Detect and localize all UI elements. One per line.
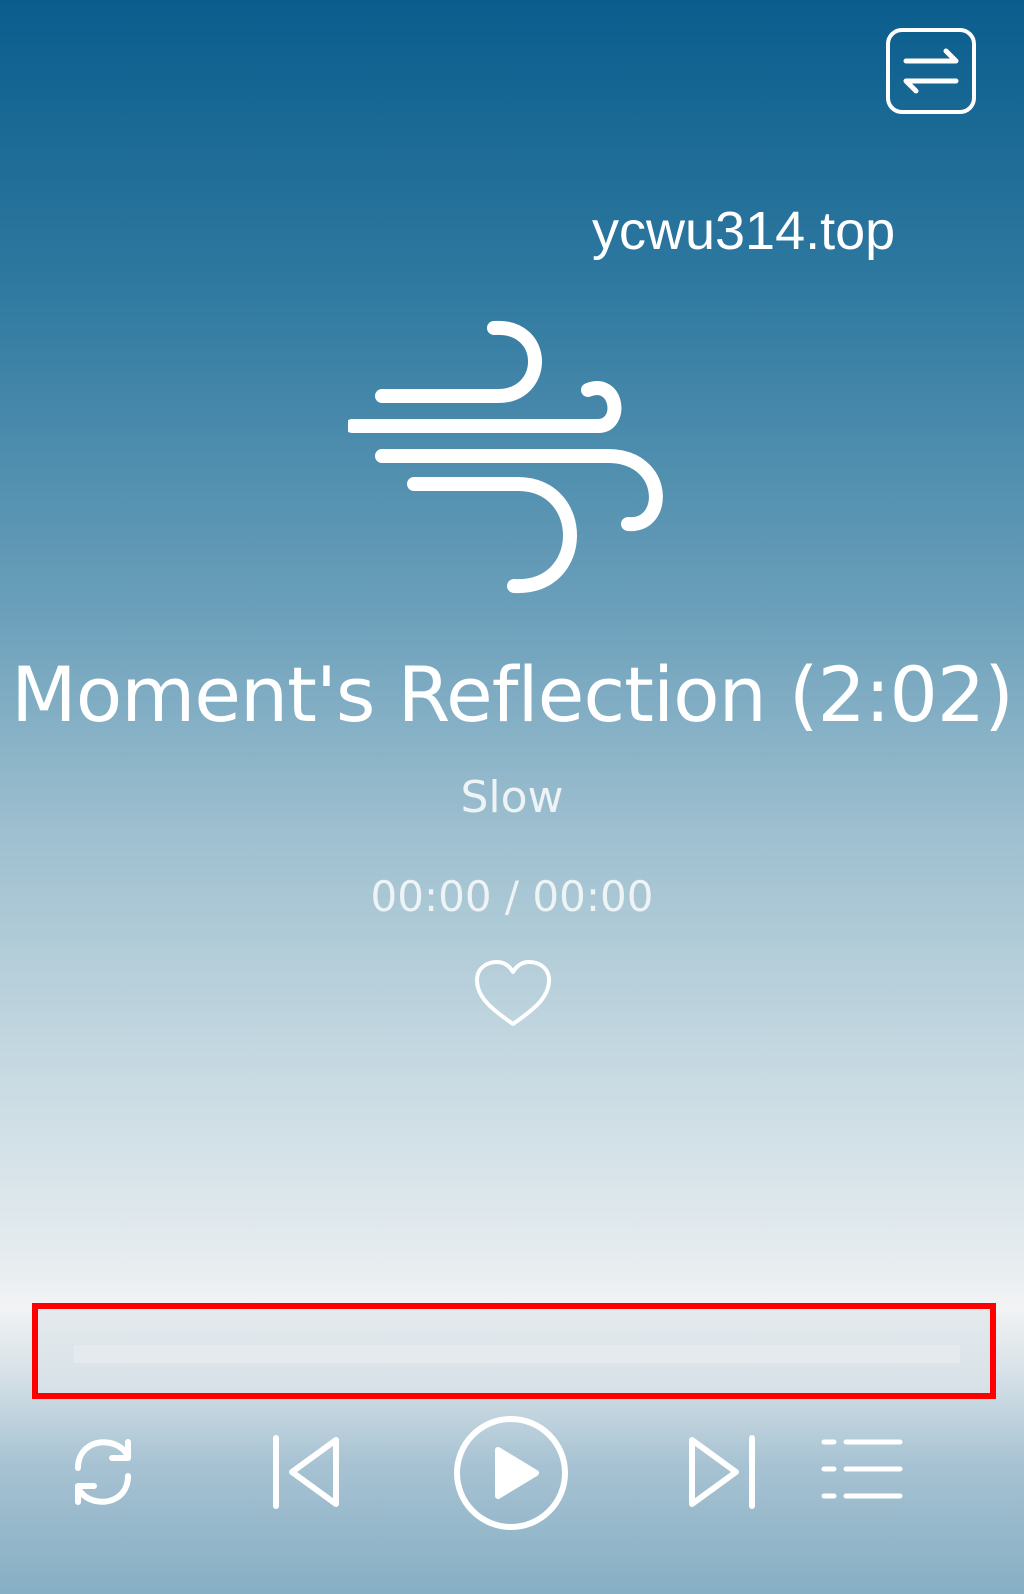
- site-label: ycwu314.top: [592, 201, 896, 261]
- time-display: 00:00 / 00:00: [370, 872, 654, 921]
- play-icon: [495, 1447, 539, 1499]
- switch-arrows-icon: [903, 48, 959, 94]
- heart-icon[interactable]: [473, 958, 553, 1030]
- play-button[interactable]: [452, 1414, 570, 1532]
- wind-icon: [348, 320, 663, 594]
- song-title: Moment's Reflection (2:02): [11, 650, 1014, 739]
- repeat-icon[interactable]: [66, 1430, 140, 1514]
- switch-button[interactable]: [886, 28, 976, 114]
- progress-bar-container: [32, 1303, 996, 1399]
- skip-previous-icon[interactable]: [270, 1432, 346, 1512]
- playlist-icon[interactable]: [820, 1436, 904, 1502]
- progress-bar[interactable]: [74, 1345, 960, 1363]
- skip-next-icon[interactable]: [682, 1432, 758, 1512]
- song-subtitle: Slow: [460, 772, 564, 823]
